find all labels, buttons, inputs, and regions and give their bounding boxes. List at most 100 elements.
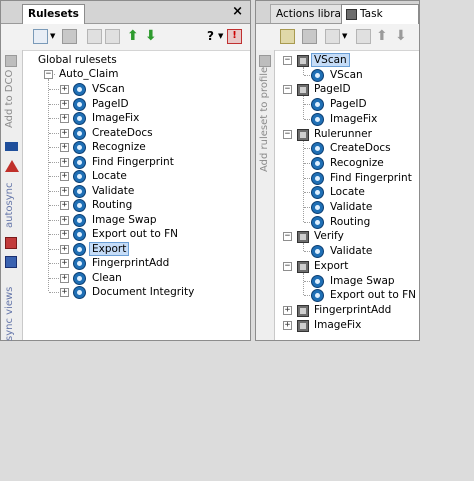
expand-icon[interactable]: + [60, 172, 69, 181]
expand-icon[interactable]: + [283, 305, 292, 315]
expand-icon[interactable]: + [60, 143, 69, 152]
ruleset-item-label: ImageFix [92, 112, 140, 124]
profile-child-item[interactable]: Validate [330, 243, 372, 259]
add-to-dco-label[interactable]: Add to DCO [4, 70, 15, 128]
expand-icon[interactable]: + [60, 85, 69, 94]
expand-icon[interactable]: + [60, 186, 69, 196]
ruleset-item-label: Image Swap [92, 213, 157, 226]
paste-icon[interactable] [105, 29, 120, 44]
profile-child-item[interactable]: PageID [330, 96, 367, 112]
profile-icon [297, 128, 309, 141]
delete-profile-icon[interactable] [356, 29, 371, 44]
unlock-icon[interactable] [280, 29, 295, 44]
ruleset-icon [73, 213, 86, 227]
expand-icon[interactable]: + [60, 259, 69, 268]
collapse-icon[interactable]: − [283, 129, 292, 139]
autosync-label[interactable]: autosync [4, 183, 15, 228]
collapse-icon[interactable]: − [283, 261, 292, 271]
save-profile-icon[interactable] [302, 29, 317, 44]
profiles-tree: − VScan VScan − PageID PageID ImageFix − Rulerun… [275, 51, 419, 340]
profile-item[interactable]: ImageFix [314, 317, 361, 333]
expand-icon[interactable]: + [60, 157, 69, 167]
profile-child-item[interactable]: VScan [330, 67, 363, 83]
profile-child-item[interactable]: Routing [330, 214, 370, 230]
profile-child-item[interactable]: CreateDocs [330, 140, 391, 156]
profile-child-item[interactable]: Find Fingerprint [330, 170, 412, 186]
expand-icon[interactable]: + [60, 201, 69, 210]
profile-item-label: VScan [311, 53, 350, 67]
close-icon[interactable]: × [232, 4, 243, 19]
profile-child-item[interactable]: Export out to FN [330, 287, 416, 303]
ruleset-item-label: FingerprintAdd [92, 257, 170, 269]
move-down-icon[interactable]: ⬇ [145, 28, 157, 44]
profile-child-label: Validate [330, 245, 373, 258]
new-dropdown-icon[interactable]: ▼ [50, 32, 55, 40]
collapse-auto-claim-icon[interactable]: − [44, 70, 53, 79]
expand-icon[interactable]: + [60, 114, 69, 123]
profile-item[interactable]: Export [314, 258, 348, 274]
profile-item[interactable]: FingerprintAdd [314, 302, 391, 318]
rulesets-side-strip: Add to DCO autosync sync views [1, 50, 23, 341]
expand-icon[interactable]: + [60, 273, 69, 283]
copy-icon[interactable] [87, 29, 102, 44]
tab-rulesets[interactable]: Rulesets [22, 4, 85, 24]
profile-item[interactable]: Verify [314, 228, 344, 244]
tree-group-auto-claim[interactable]: Auto_Claim [59, 66, 118, 82]
add-ruleset-to-profile-icon[interactable] [259, 55, 271, 67]
ruleset-item-label: Document Integrity [92, 286, 195, 298]
ruleset-icon [311, 171, 324, 185]
add-to-dco-icon[interactable] [5, 55, 17, 67]
profile-item-label: Export [314, 259, 349, 272]
sync-views-icon[interactable] [5, 237, 17, 249]
profile-child-item[interactable]: Image Swap [330, 273, 395, 289]
expand-icon[interactable]: + [60, 215, 69, 225]
profile-child-item[interactable]: ImageFix [330, 111, 377, 127]
ruleset-item-label: CreateDocs [92, 126, 153, 139]
profile-item[interactable]: VScan [311, 52, 350, 68]
rulesets-panel: Rulesets × ▼ ⬆ ⬇ ? ▼ ! Add to DCO autosy… [0, 0, 251, 341]
ruleset-icon [73, 228, 86, 241]
profile-child-label: Recognize [330, 156, 384, 169]
tree-root-label: Global rulesets [38, 54, 117, 66]
expand-icon[interactable]: + [60, 230, 69, 239]
tree-guide [48, 79, 49, 291]
help-dropdown-icon[interactable]: ▼ [218, 32, 223, 40]
profile-item-label: Verify [314, 230, 344, 243]
collapse-icon[interactable]: − [283, 232, 292, 242]
move-up-icon[interactable]: ⬆ [127, 28, 139, 44]
save-icon[interactable] [62, 29, 77, 44]
profile-item[interactable]: Rulerunner [314, 126, 372, 142]
collapse-icon[interactable]: − [283, 56, 292, 65]
add-ruleset-to-profile-label[interactable]: Add ruleset to profile [259, 67, 270, 172]
rulesets-toolbar: ▼ ⬆ ⬇ ? ▼ ! [1, 24, 250, 51]
add-profile-dropdown-icon[interactable]: ▼ [342, 32, 347, 40]
autosync-icon[interactable] [5, 142, 18, 151]
profile-item[interactable]: PageID [314, 81, 351, 97]
collapse-icon[interactable]: − [283, 85, 292, 95]
new-ruleset-icon[interactable] [33, 29, 48, 44]
ruleset-icon [311, 156, 324, 170]
tree-guide [303, 96, 304, 120]
actions-tabbar: Actions library Task profiles [256, 1, 419, 38]
error-icon[interactable]: ! [227, 29, 242, 44]
sync-views-icon-2[interactable] [5, 256, 17, 268]
tab-task-profiles[interactable]: Task profiles [341, 4, 419, 38]
expand-icon[interactable]: + [283, 320, 292, 330]
add-profile-icon[interactable] [325, 29, 340, 44]
autosync-warning-icon[interactable] [5, 160, 19, 172]
expand-icon[interactable]: + [60, 244, 69, 254]
ruleset-item[interactable]: Document Integrity [92, 284, 194, 300]
help-button[interactable]: ? [207, 29, 214, 43]
profile-child-item[interactable]: Recognize [330, 155, 384, 171]
ruleset-icon [311, 274, 324, 288]
sync-views-label[interactable]: sync views [4, 287, 15, 341]
expand-icon[interactable]: + [60, 128, 69, 138]
rulesets-tree: Global rulesets − Auto_Claim + VScan + Page… [23, 51, 250, 340]
profile-down-icon[interactable]: ⬇ [395, 28, 407, 44]
expand-icon[interactable]: + [60, 99, 69, 109]
profile-child-item[interactable]: Validate [330, 199, 372, 215]
profile-child-item[interactable]: Locate [330, 184, 365, 200]
profile-up-icon[interactable]: ⬆ [376, 28, 388, 44]
profile-icon [297, 231, 309, 244]
expand-icon[interactable]: + [60, 288, 69, 297]
